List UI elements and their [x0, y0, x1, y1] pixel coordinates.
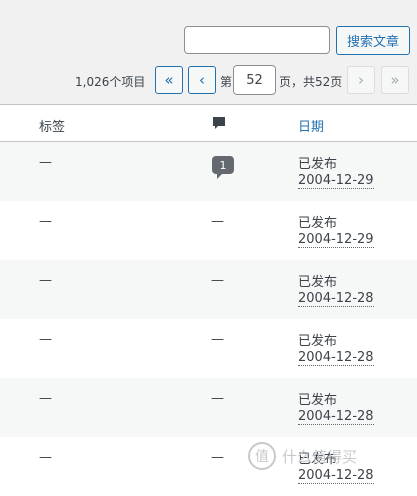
comments-cell: —	[211, 391, 224, 406]
posts-table: 标签 日期 — 1 已发布 2004-12-29 — — 已发布 2004-12…	[0, 104, 417, 496]
column-header-date[interactable]: 日期	[298, 116, 324, 135]
comment-icon[interactable]	[212, 116, 226, 135]
table-row: — — 已发布 2004-12-28	[0, 260, 417, 319]
prev-page-button[interactable]: ‹	[188, 66, 216, 94]
tags-cell: —	[39, 450, 52, 465]
table-row: — — 已发布 2004-12-28	[0, 378, 417, 437]
tags-cell: —	[39, 214, 52, 229]
table-row: — — 已发布 2004-12-28	[0, 319, 417, 378]
date-value: 2004-12-28	[298, 291, 374, 307]
status-label: 已发布	[298, 216, 338, 231]
table-row: — 1 已发布 2004-12-29	[0, 142, 417, 201]
current-page-input[interactable]	[233, 65, 276, 95]
date-value: 2004-12-29	[298, 232, 374, 248]
page-total-label: 页，共52页	[279, 75, 343, 89]
tags-cell: —	[39, 273, 52, 288]
date-value: 2004-12-29	[298, 173, 374, 189]
page-prefix-label: 第	[220, 75, 233, 89]
watermark-logo: 值	[248, 442, 276, 470]
date-value: 2004-12-28	[298, 350, 374, 366]
tags-cell: —	[39, 332, 52, 347]
date-value: 2004-12-28	[298, 468, 374, 484]
status-label: 已发布	[298, 275, 338, 290]
item-count: 1,026个项目	[75, 75, 146, 89]
tags-cell: —	[39, 155, 52, 170]
comments-cell: —	[211, 214, 224, 229]
status-label: 已发布	[298, 393, 338, 408]
tags-cell: —	[39, 391, 52, 406]
search-input[interactable]	[184, 26, 330, 54]
comments-cell: —	[211, 273, 224, 288]
first-page-button[interactable]: «	[155, 66, 183, 94]
last-page-button: »	[381, 66, 409, 94]
next-page-button: ›	[347, 66, 375, 94]
search-posts-button[interactable]: 搜索文章	[336, 26, 410, 55]
status-label: 已发布	[298, 157, 338, 172]
date-value: 2004-12-28	[298, 409, 374, 425]
table-header: 标签 日期	[0, 105, 417, 142]
comments-cell: —	[211, 332, 224, 347]
column-header-tags: 标签	[39, 120, 66, 135]
watermark-text: 什么值得买	[282, 447, 358, 466]
watermark: 值 什么值得买	[248, 442, 357, 470]
comments-cell: —	[211, 450, 224, 465]
table-row: — — 已发布 2004-12-29	[0, 201, 417, 260]
comment-count-badge[interactable]: 1	[212, 156, 234, 179]
status-label: 已发布	[298, 334, 338, 349]
